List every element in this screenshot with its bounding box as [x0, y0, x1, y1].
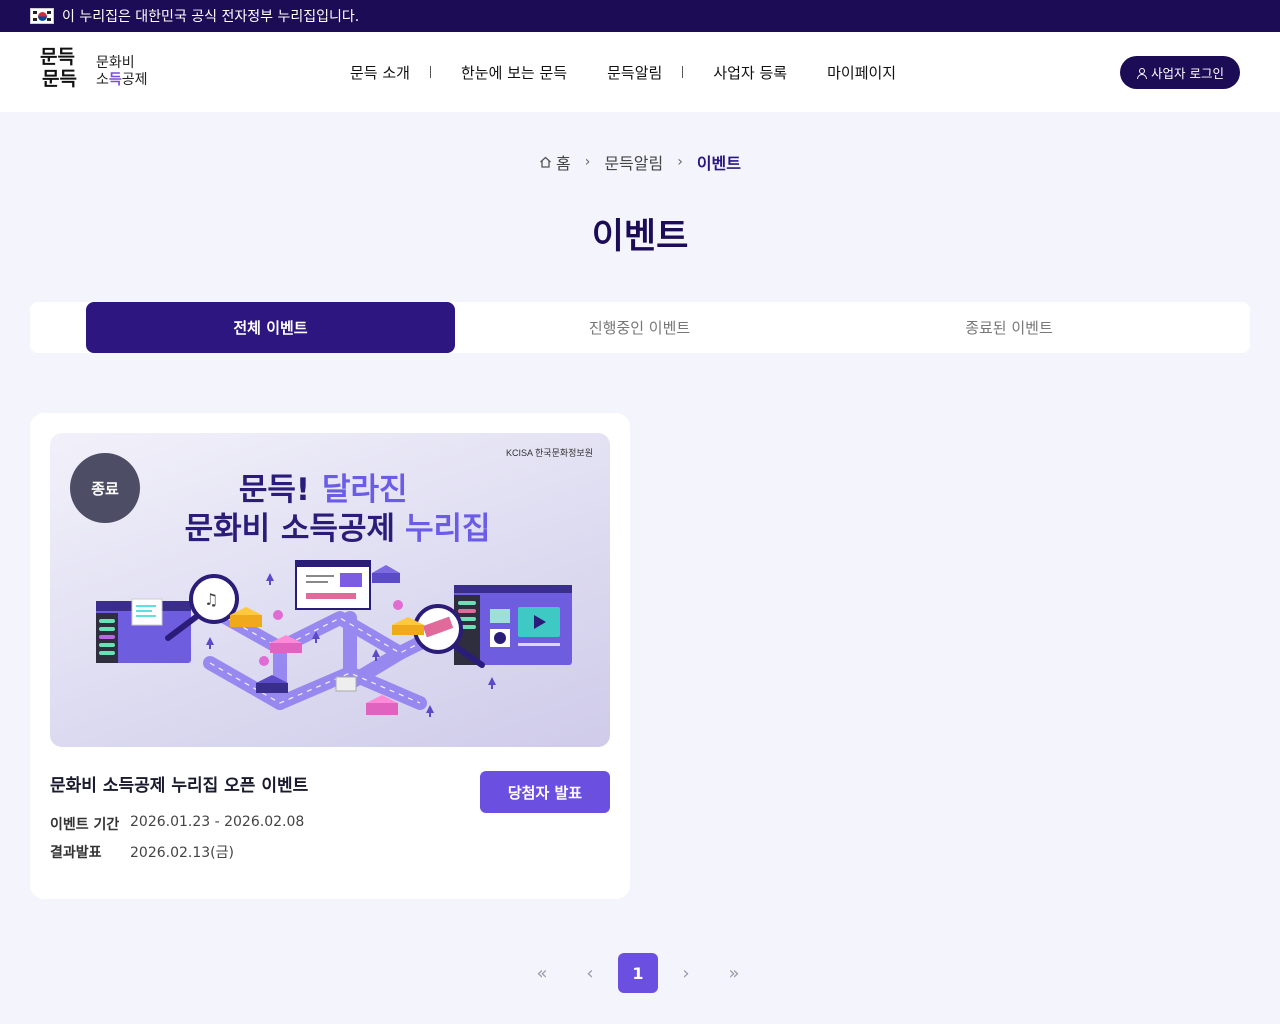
winner-announcement-button[interactable]: 당첨자 발표: [480, 771, 610, 813]
logo-name: 문화비 소득공제: [96, 55, 148, 88]
event-period-label: 이벤트 기간: [50, 817, 120, 833]
nav-item-notice[interactable]: 문득알림: [587, 62, 682, 83]
nav-item-business-register[interactable]: 사업자 등록: [693, 62, 807, 83]
tab-ongoing-events[interactable]: 진행중인 이벤트: [455, 302, 824, 353]
logo-mark: 문득 문득: [40, 46, 77, 90]
page-number-current[interactable]: 1: [618, 953, 658, 993]
tab-ended-events[interactable]: 종료된 이벤트: [824, 302, 1194, 353]
korea-flag-icon: [30, 8, 54, 24]
breadcrumb-notice[interactable]: 문득알림: [604, 150, 663, 174]
event-thumbnail[interactable]: 종료 KCISA 한국문화정보원 문득! 달라진 문화비 소득공제 누리집 ♫: [50, 433, 610, 747]
last-page-icon[interactable]: »: [714, 953, 754, 993]
chevron-right-icon: ›: [677, 154, 683, 170]
status-badge: 종료: [70, 453, 140, 523]
event-filter-tabs: 전체 이벤트 진행중인 이벤트 종료된 이벤트: [30, 302, 1250, 353]
page-title: 이벤트: [591, 217, 689, 257]
nav-item-overview[interactable]: 한눈에 보는 문득: [441, 62, 587, 83]
nav-item-intro[interactable]: 문득 소개: [330, 62, 430, 83]
result-date-label: 결과발표: [50, 845, 102, 861]
svg-text:♫: ♫: [204, 590, 218, 609]
svg-text:문득!: 문득!: [239, 472, 310, 508]
breadcrumb-current: 이벤트: [696, 154, 741, 173]
home-icon: [540, 156, 551, 168]
login-label: 사업자 로그인: [1151, 66, 1224, 81]
event-result-date: 결과발표 2026.02.13(금): [50, 842, 234, 862]
breadcrumb: 홈 › 문득알림 › 이벤트: [0, 150, 1280, 174]
nav-divider: [682, 66, 684, 78]
chevron-right-icon: ›: [584, 154, 591, 170]
user-icon: [1136, 67, 1147, 79]
svg-text:문화비 소득공제: 문화비 소득공제: [185, 511, 395, 547]
nav-divider: [429, 66, 431, 78]
gov-banner-text: 이 누리집은 대한민국 공식 전자정부 누리집입니다.: [62, 9, 360, 25]
next-page-icon[interactable]: ›: [666, 953, 706, 993]
main-nav: 문득 소개 한눈에 보는 문득 문득알림 사업자 등록 마이페이지: [330, 32, 916, 112]
tab-all-events[interactable]: 전체 이벤트: [86, 302, 455, 353]
result-date-value: 2026.02.13(금): [130, 845, 234, 861]
svg-text:누리집: 누리집: [405, 511, 491, 547]
svg-text:달라진: 달라진: [322, 472, 408, 508]
business-login-button[interactable]: 사업자 로그인: [1120, 56, 1240, 89]
event-card[interactable]: 종료 KCISA 한국문화정보원 문득! 달라진 문화비 소득공제 누리집 ♫ …: [30, 413, 630, 899]
site-logo[interactable]: 문득 문득 문화비 소득공제: [40, 46, 155, 98]
gov-banner: 이 누리집은 대한민국 공식 전자정부 누리집입니다.: [0, 0, 1280, 32]
site-header: 문득 문득 문화비 소득공제 문득 소개 한눈에 보는 문득 문득알림 사업자 …: [0, 32, 1280, 112]
event-period: 이벤트 기간 2026.01.23 - 2026.02.08: [50, 814, 304, 834]
event-title[interactable]: 문화비 소득공제 누리집 오픈 이벤트: [50, 771, 308, 796]
svg-text:KCISA 한국문화정보원: KCISA 한국문화정보원: [506, 448, 593, 458]
event-period-value: 2026.01.23 - 2026.02.08: [130, 814, 305, 830]
nav-item-mypage[interactable]: 마이페이지: [807, 62, 916, 83]
prev-page-icon[interactable]: ‹: [570, 953, 610, 993]
pagination: « ‹ 1 › »: [522, 953, 754, 993]
first-page-icon[interactable]: «: [522, 953, 562, 993]
breadcrumb-home[interactable]: 홈: [539, 150, 571, 174]
